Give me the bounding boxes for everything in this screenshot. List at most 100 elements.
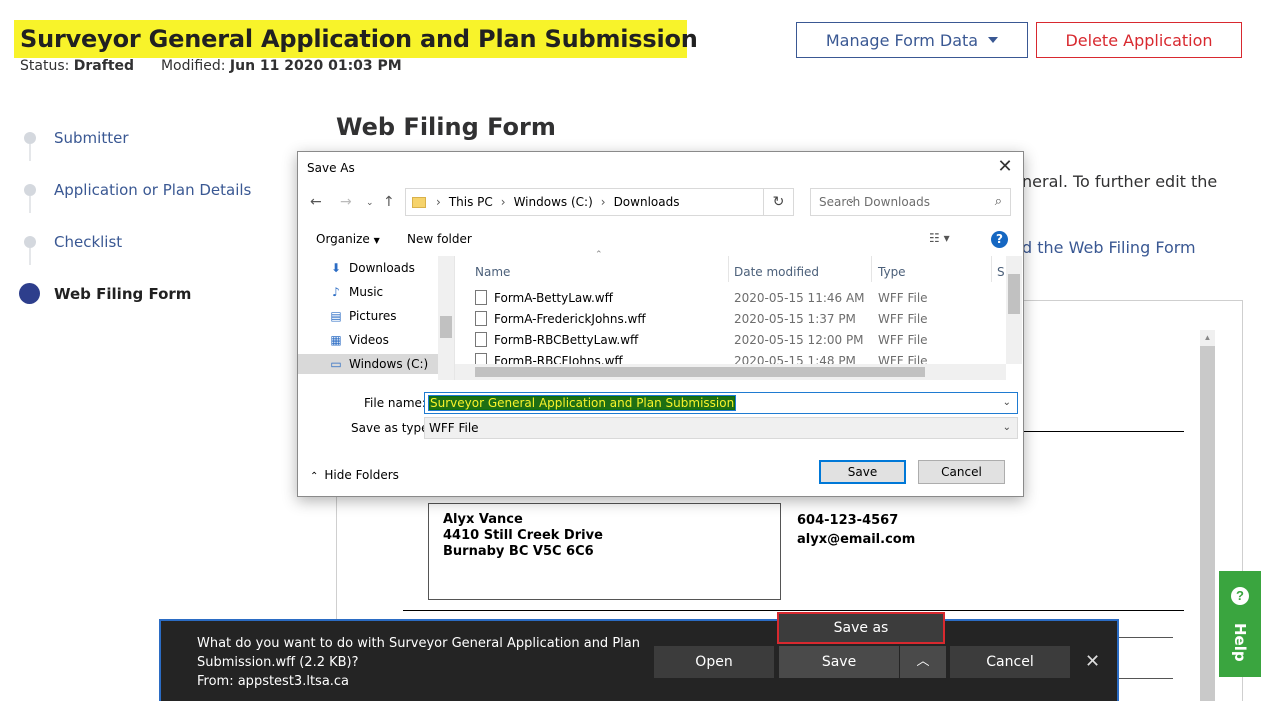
help-icon[interactable]: ? — [991, 231, 1008, 248]
file-name: FormB-RBCFJohns.wff — [494, 354, 623, 364]
new-folder-button[interactable]: New folder — [407, 232, 472, 246]
organize-label: Organize — [316, 232, 370, 246]
file-icon — [475, 311, 487, 326]
download-save-button[interactable]: Save — [779, 646, 899, 678]
close-icon[interactable]: ✕ — [995, 156, 1015, 177]
nav-item-label: Music — [349, 285, 384, 299]
form-rule — [403, 610, 1184, 611]
nav-item-videos[interactable]: ▦ Videos — [329, 330, 389, 350]
help-tab[interactable]: ? Help — [1219, 571, 1261, 677]
page-title: Surveyor General Application and Plan Su… — [20, 25, 698, 53]
step-dot-active — [19, 283, 40, 304]
dialog-cancel-button[interactable]: Cancel — [918, 460, 1005, 484]
file-list: Name ⌃ Date modified Type S FormA-BettyL… — [455, 250, 1023, 380]
breadcrumb-item[interactable]: Downloads — [614, 195, 680, 209]
file-type: WFF File — [878, 312, 928, 326]
download-notification-bar: What do you want to do with Surveyor Gen… — [159, 619, 1119, 701]
address-box: Alyx Vance 4410 Still Creek Drive Burnab… — [428, 503, 781, 600]
view-options-icon[interactable]: ☷ ▾ — [929, 231, 950, 245]
file-row[interactable]: FormB-RBCBettyLaw.wff 2020-05-15 12:00 PM… — [475, 330, 1005, 350]
step-label: Application or Plan Details — [54, 181, 252, 199]
scroll-thumb[interactable] — [440, 316, 452, 338]
nav-pane-scrollbar[interactable] — [438, 256, 454, 380]
nav-item-label: Downloads — [349, 261, 415, 275]
column-header-size[interactable]: S — [997, 265, 1005, 279]
form-rule — [1020, 431, 1184, 432]
file-name-input[interactable]: Surveyor General Application and Plan Su… — [424, 392, 1018, 414]
download-cancel-button[interactable]: Cancel — [950, 646, 1070, 678]
chevron-down-icon[interactable]: ⌄ — [1003, 418, 1011, 438]
nav-item-music[interactable]: ♪ Music — [329, 282, 383, 302]
folder-icon — [412, 196, 426, 208]
forward-arrow-icon[interactable]: → — [340, 194, 352, 210]
recent-locations-chevron-icon[interactable]: ⌄ — [366, 198, 374, 208]
nav-item-downloads[interactable]: ⬇ Downloads — [329, 258, 415, 278]
scroll-up-icon[interactable]: ▲ — [1200, 330, 1215, 346]
file-row[interactable]: FormB-RBCFJohns.wff 2020-05-15 1:48 PM WFF… — [475, 351, 1005, 364]
column-divider[interactable] — [991, 256, 992, 282]
save-as-menu-item[interactable]: Save as — [777, 612, 945, 644]
scroll-thumb[interactable] — [1008, 274, 1020, 314]
save-as-dialog: Save As ✕ ← → ⌄ ↑ › This PC › Windows (C… — [297, 151, 1024, 497]
save-as-type-label: Save as type: — [351, 421, 433, 435]
scroll-thumb[interactable] — [475, 367, 925, 377]
address-line: 4410 Still Creek Drive — [443, 528, 603, 543]
column-divider[interactable] — [728, 256, 729, 282]
column-header-name[interactable]: Name — [475, 265, 510, 279]
save-as-type-select[interactable]: WFF File ⌄ — [424, 417, 1018, 439]
delete-application-button[interactable]: Delete Application — [1036, 22, 1242, 58]
status-label: Status: — [20, 58, 70, 74]
form-rule — [1118, 678, 1173, 679]
file-icon — [475, 332, 487, 347]
file-type: WFF File — [878, 333, 928, 347]
save-options-chevron-up-icon[interactable]: ︿ — [900, 646, 946, 678]
nav-item-label: Pictures — [349, 309, 397, 323]
chevron-down-icon[interactable]: ⌄ — [1003, 393, 1011, 413]
column-header-date[interactable]: Date modified — [734, 265, 819, 279]
file-row[interactable]: FormA-FrederickJohns.wff 2020-05-15 1:37 … — [475, 309, 1005, 329]
step-label: Checklist — [54, 233, 123, 251]
nav-item-windows-c[interactable]: ▭ Windows (C:) — [298, 354, 438, 374]
nav-item-pictures[interactable]: ▤ Pictures — [329, 306, 397, 326]
download-open-button[interactable]: Open — [654, 646, 774, 678]
manage-form-data-button[interactable]: Manage Form Data — [796, 22, 1028, 58]
step-dot — [24, 236, 36, 248]
web-filing-form-link[interactable]: d the Web Filing Form — [1022, 238, 1196, 257]
up-arrow-icon[interactable]: ↑ — [383, 194, 395, 210]
column-divider[interactable] — [871, 256, 872, 282]
step-dot — [24, 184, 36, 196]
pictures-icon: ▤ — [330, 309, 342, 323]
file-row[interactable]: FormA-BettyLaw.wff 2020-05-15 11:46 AM WFF… — [475, 288, 1005, 308]
file-list-horizontal-scrollbar[interactable] — [455, 364, 1006, 380]
refresh-icon[interactable]: ↻ — [764, 188, 794, 216]
preview-scrollbar[interactable] — [1200, 330, 1215, 701]
caret-down-icon — [988, 37, 999, 43]
address-bar[interactable]: › This PC › Windows (C:) › Downloads ⌄ — [405, 188, 855, 216]
status-line: Status: Drafted Modified: Jun 11 2020 01… — [20, 58, 402, 74]
column-header-type[interactable]: Type — [878, 265, 906, 279]
organize-menu[interactable]: Organize ▼ — [316, 232, 380, 246]
form-rule — [1118, 637, 1173, 638]
chevron-right-icon: › — [436, 195, 441, 209]
manage-form-data-label: Manage Form Data — [825, 30, 979, 50]
back-arrow-icon[interactable]: ← — [310, 194, 322, 210]
contact-info: 604-123-4567 alyx@email.com — [797, 511, 915, 549]
question-icon: ? — [1231, 587, 1249, 605]
phone-number: 604-123-4567 — [797, 513, 899, 528]
save-as-type-value: WFF File — [429, 421, 479, 435]
file-list-vertical-scrollbar[interactable] — [1006, 256, 1022, 364]
hide-folders-label: Hide Folders — [324, 468, 399, 482]
step-label: Web Filing Form — [54, 285, 192, 303]
nav-item-label: Videos — [349, 333, 389, 347]
step-label: Submitter — [54, 129, 129, 147]
search-input[interactable]: Search Downloads ⌕ — [810, 188, 1011, 216]
hide-folders-toggle[interactable]: ⌃ Hide Folders — [310, 468, 399, 482]
dialog-save-button[interactable]: Save — [819, 460, 906, 484]
download-prompt-line: What do you want to do with Surveyor Gen… — [197, 636, 640, 651]
breadcrumb-item[interactable]: Windows (C:) — [514, 195, 593, 209]
download-icon: ⬇ — [330, 261, 342, 275]
chevron-right-icon: › — [500, 195, 506, 209]
chevron-up-icon: ⌃ — [310, 471, 319, 482]
breadcrumb-item[interactable]: This PC — [449, 195, 493, 209]
close-icon[interactable]: ✕ — [1085, 651, 1100, 672]
